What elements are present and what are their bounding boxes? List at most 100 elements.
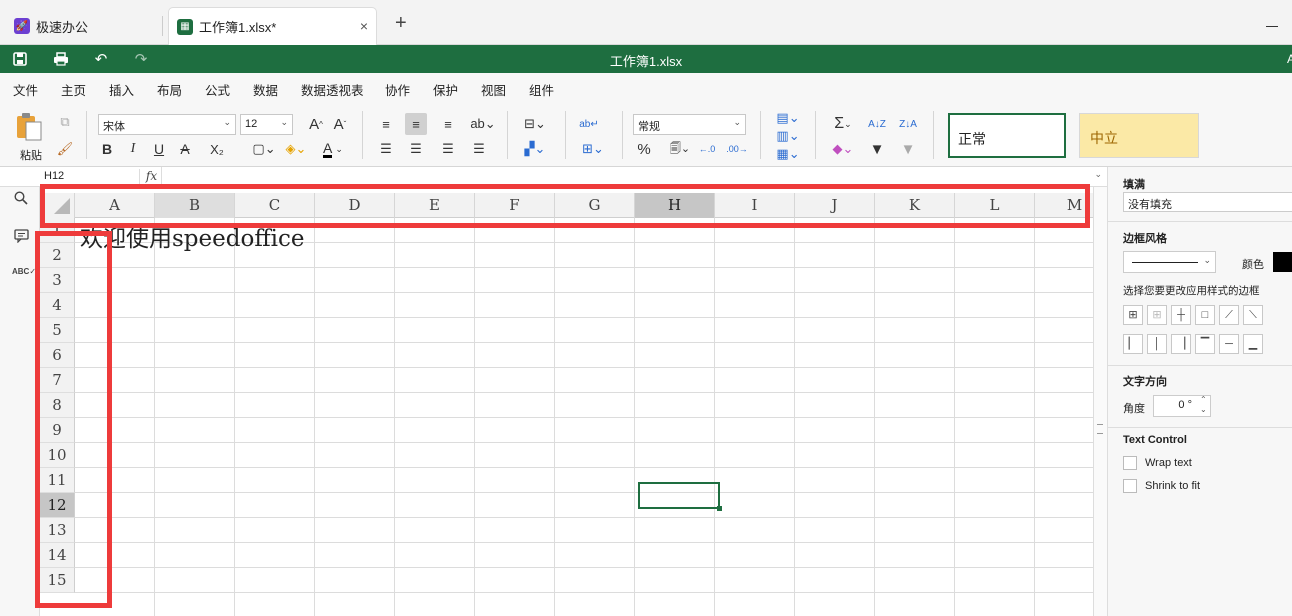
border-horizontal-inner-icon[interactable]: ─ (1219, 334, 1239, 354)
angle-stepper-icon[interactable]: ⌃ ⌄ (1200, 395, 1207, 415)
menu-bar: 文件 主页 插入 布局 公式 数据 数据透视表 协作 保护 视图 组件 (0, 73, 1292, 105)
filter-icon[interactable]: ▼ (866, 138, 888, 160)
bold-button[interactable]: B (96, 138, 118, 160)
tab-label: 工作簿1.xlsx* (199, 20, 277, 35)
fill-color-icon[interactable]: ◈⌄ (282, 138, 310, 160)
menu-data[interactable]: 数据 (253, 80, 278, 99)
border-left-icon[interactable]: ▏ (1123, 334, 1143, 354)
underline-button[interactable]: U (148, 138, 170, 160)
scrollbar-grip[interactable] (1097, 424, 1103, 434)
cell-style-neutral[interactable]: 中立 (1079, 113, 1199, 158)
accounting-format-icon[interactable]: 🗐⌄ (666, 138, 694, 160)
chevron-down-icon: ⌄ (733, 117, 741, 127)
fill-handle[interactable] (717, 506, 722, 511)
border-vertical-inner-icon[interactable]: │ (1147, 334, 1167, 354)
decrease-decimal-icon[interactable]: ←.0 (696, 138, 718, 160)
border-style-select[interactable]: ⌄ (1123, 251, 1216, 273)
menu-layout[interactable]: 布局 (157, 80, 182, 99)
border-bottom-icon[interactable]: ▁ (1243, 334, 1263, 354)
conditional-format-icon[interactable]: ▞⌄ (520, 138, 550, 160)
merge-cells-icon[interactable]: ⊟⌄ (520, 113, 550, 135)
spellcheck-icon[interactable]: ABC✓ (12, 267, 36, 285)
formula-input[interactable] (164, 169, 1084, 185)
font-color-button[interactable]: A ⌄ (318, 138, 348, 160)
subscript-button[interactable]: X₂ (202, 138, 232, 160)
font-size-select[interactable]: 12 ⌄ (240, 114, 293, 135)
border-top-icon[interactable]: ▔ (1195, 334, 1215, 354)
insert-table-icon[interactable]: ⊞⌄ (578, 138, 608, 160)
border-inner-icon[interactable]: ┼ (1171, 305, 1191, 325)
selected-cell-h12[interactable] (638, 482, 722, 511)
sort-descending-icon[interactable]: Z↓A (897, 113, 919, 135)
menu-file[interactable]: 文件 (13, 80, 38, 99)
left-sidebar: ABC✓ (0, 187, 40, 616)
cell-settings-panel: 填满 没有填充 边框风格 ⌄ 颜色 选择您要更改应用样式的边框 ⊞ ⊞ ┼ □ … (1107, 167, 1292, 616)
wrap-text-checkbox[interactable] (1123, 456, 1137, 470)
strikethrough-button[interactable]: A (174, 138, 196, 160)
menu-components[interactable]: 组件 (529, 80, 554, 99)
minimize-icon[interactable] (1266, 26, 1278, 27)
increase-decimal-icon[interactable]: .00→ (726, 138, 748, 160)
paste-icon[interactable] (14, 112, 44, 142)
search-icon[interactable] (12, 191, 30, 209)
sort-ascending-icon[interactable]: A↓Z (866, 113, 888, 135)
wrap-text-icon[interactable]: ab↵ (578, 113, 600, 135)
divider (1108, 221, 1292, 222)
border-color-swatch[interactable] (1273, 252, 1292, 272)
border-diagonal-up-icon[interactable]: ⟋ (1219, 305, 1239, 325)
font-name-select[interactable]: 宋体 ⌄ (98, 114, 236, 135)
vertical-scrollbar[interactable] (1093, 187, 1107, 616)
fill-title: 填满 (1123, 179, 1145, 191)
align-center-icon[interactable]: ☰ (405, 138, 427, 160)
name-box[interactable]: H12 (40, 169, 140, 185)
cell-area[interactable]: 欢迎使用speedoffice (75, 218, 1093, 616)
comment-icon[interactable] (12, 229, 30, 247)
align-bottom-icon[interactable]: ≡ (437, 113, 459, 135)
increase-font-icon[interactable]: A ^ (305, 113, 327, 135)
border-none-icon[interactable]: ⊞ (1147, 305, 1167, 325)
close-icon[interactable]: × (360, 18, 368, 34)
tab-workbook[interactable]: ▦ 工作簿1.xlsx* × (168, 7, 377, 45)
chevron-down-icon: ⌄ (335, 143, 343, 154)
format-cells-icon[interactable]: ▦⌄ (773, 143, 803, 165)
chevron-down-icon: ⌄ (1203, 255, 1211, 265)
border-outer-icon[interactable]: □ (1195, 305, 1215, 325)
format-painter-icon[interactable]: 🖌 (54, 138, 76, 160)
text-orientation-icon[interactable]: ab⌄ (468, 113, 498, 135)
copy-icon[interactable]: ⧉ (54, 111, 76, 133)
decrease-font-icon[interactable]: Aˇ (329, 113, 351, 135)
shrink-to-fit-checkbox[interactable] (1123, 479, 1137, 493)
menu-collaborate[interactable]: 协作 (385, 80, 410, 99)
italic-button[interactable]: I (122, 138, 144, 160)
chevron-down-icon[interactable]: ⌄ (1094, 169, 1102, 180)
align-right-icon[interactable]: ☰ (437, 138, 459, 160)
number-format-select[interactable]: 常规 ⌄ (633, 114, 746, 135)
menu-view[interactable]: 视图 (481, 80, 506, 99)
clear-icon[interactable]: ◆⌄ (828, 138, 858, 160)
spreadsheet-grid: A B C D E F G H I J K L M 1 2 3 4 5 6 7 … (40, 193, 1093, 616)
menu-insert[interactable]: 插入 (109, 80, 134, 99)
new-tab-button[interactable]: + (395, 12, 407, 35)
fill-select[interactable]: 没有填充 (1123, 192, 1292, 212)
menu-pivot-table[interactable]: 数据透视表 (301, 80, 364, 99)
cell-style-normal[interactable]: 正常 (948, 113, 1066, 158)
tab-label: 极速办公 (36, 19, 89, 35)
borders-icon[interactable]: ▢⌄ (250, 138, 278, 160)
separator (507, 111, 508, 159)
menu-formula[interactable]: 公式 (205, 80, 230, 99)
tab-home[interactable]: 🚀 极速办公 (6, 7, 162, 45)
font-color-letter: A (323, 139, 333, 158)
autosum-button[interactable]: Σ ⌄ (828, 113, 858, 135)
percent-button[interactable]: % (633, 138, 655, 160)
border-right-icon[interactable]: ▕ (1171, 334, 1191, 354)
align-left-icon[interactable]: ☰ (375, 138, 397, 160)
app-letter-icon: A (1286, 52, 1292, 66)
justify-icon[interactable]: ☰ (468, 138, 490, 160)
clear-filter-icon[interactable]: ▼ (897, 138, 919, 160)
border-diagonal-down-icon[interactable]: ⟍ (1243, 305, 1263, 325)
menu-protect[interactable]: 保护 (433, 80, 458, 99)
border-all-icon[interactable]: ⊞ (1123, 305, 1143, 325)
tab-bar: 🚀 极速办公 ▦ 工作簿1.xlsx* × + (0, 0, 1292, 45)
align-top-icon[interactable]: ≡ (375, 113, 397, 135)
align-middle-icon[interactable]: ≡ (405, 113, 427, 135)
